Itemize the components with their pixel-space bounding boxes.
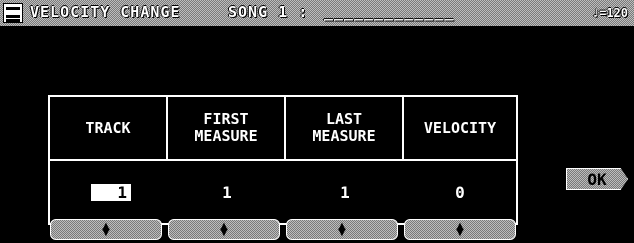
menu-icon[interactable] <box>3 3 23 23</box>
velocity-value[interactable]: 0 <box>404 161 516 223</box>
up-down-arrows-icon: ▲ ▼ <box>338 220 346 238</box>
header-last-measure: LAST MEASURE <box>286 97 404 159</box>
last-measure-value[interactable]: 1 <box>286 161 404 223</box>
song-name: _____________ <box>324 3 455 21</box>
track-cell[interactable]: 1 <box>50 161 168 223</box>
song-label: SONG 1 : <box>228 3 309 21</box>
ok-button[interactable]: OK <box>566 168 628 190</box>
value-row: 1 1 1 0 <box>50 161 516 223</box>
up-down-arrows-icon: ▲ ▼ <box>456 220 464 238</box>
last-measure-stepper[interactable]: ▲ ▼ <box>286 219 398 240</box>
title-bar: VELOCITY CHANGE SONG 1 : _____________ ♩… <box>0 0 634 28</box>
header-row: TRACK FIRST MEASURE LAST MEASURE VELOCIT… <box>50 97 516 161</box>
track-stepper[interactable]: ▲ ▼ <box>50 219 162 240</box>
velocity-stepper[interactable]: ▲ ▼ <box>404 219 516 240</box>
header-track: TRACK <box>50 97 168 159</box>
track-value[interactable]: 1 <box>91 183 131 201</box>
up-down-arrows-icon: ▲ ▼ <box>102 220 110 238</box>
screen-title: VELOCITY CHANGE <box>30 3 181 21</box>
first-measure-stepper[interactable]: ▲ ▼ <box>168 219 280 240</box>
header-velocity: VELOCITY <box>423 118 497 137</box>
first-measure-value[interactable]: 1 <box>168 161 286 223</box>
up-down-arrows-icon: ▲ ▼ <box>220 220 228 238</box>
header-first-measure: FIRST MEASURE <box>168 97 286 159</box>
tempo-display: ♩=120 <box>591 6 628 20</box>
parameter-table: TRACK FIRST MEASURE LAST MEASURE VELOCIT… <box>48 95 518 225</box>
